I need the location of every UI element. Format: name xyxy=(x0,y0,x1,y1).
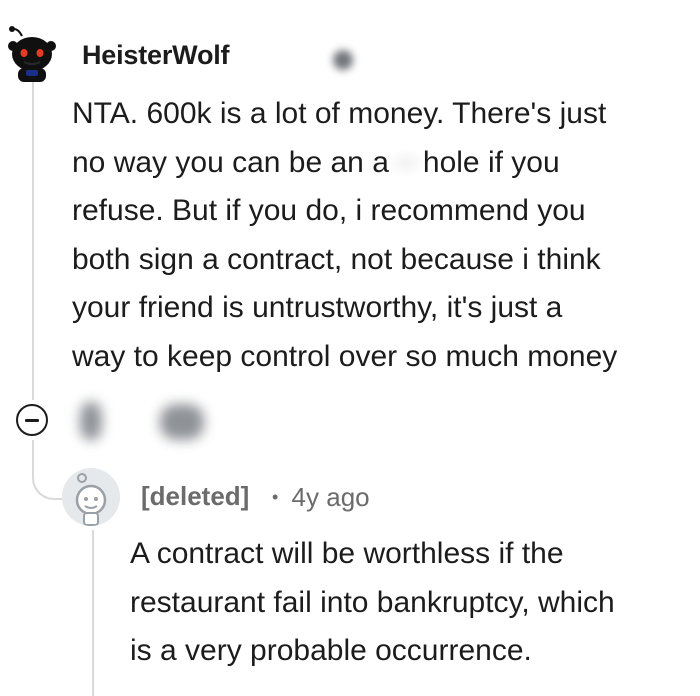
comment-thread-line-lower xyxy=(32,440,34,472)
comment-thread-line xyxy=(32,82,34,400)
comment-body-line: no way you can be an a hole if you xyxy=(72,145,560,179)
reply-body: A contract will be worthless if the rest… xyxy=(130,530,615,676)
comment-body-line: refuse. But if you do, i recommend you xyxy=(72,194,586,227)
comment-username[interactable]: HeisterWolf xyxy=(82,40,230,71)
reply-thread-line xyxy=(92,530,94,696)
reply-age: 4y ago xyxy=(291,482,370,512)
comment-body-line: way to keep control over so much money xyxy=(72,339,618,373)
deleted-user-avatar xyxy=(62,468,120,526)
censor-blur xyxy=(388,149,423,176)
collapse-thread-button[interactable] xyxy=(16,404,48,436)
blurred-action-icon[interactable] xyxy=(160,404,204,440)
comment-body-line: NTA. 600k is a lot of money. There's jus… xyxy=(72,97,607,130)
user-avatar[interactable] xyxy=(4,24,60,84)
reply-connector xyxy=(32,470,66,500)
reply-body-line: is a very probable occurrence. xyxy=(130,634,532,667)
comment-body: NTA. 600k is a lot of money. There's jus… xyxy=(72,90,617,381)
comment-body-line: your friend is untrustworthy, it's just … xyxy=(72,291,563,324)
reply-body-line: restaurant fail into bankruptcy, which xyxy=(130,585,615,619)
deleted-snoo-icon xyxy=(62,468,120,526)
reply-body-line: A contract will be worthless if the xyxy=(130,537,564,570)
comment-body-line: both sign a contract, not because i thin… xyxy=(72,242,601,276)
blurred-action-icon[interactable] xyxy=(80,402,102,440)
reply-meta: • 4y ago xyxy=(272,482,370,513)
meta-separator: • xyxy=(272,487,279,507)
snoo-avatar-icon xyxy=(8,26,56,82)
reply-username: [deleted] xyxy=(141,481,250,511)
blurred-flair-icon xyxy=(333,50,353,70)
minus-icon xyxy=(25,418,39,422)
